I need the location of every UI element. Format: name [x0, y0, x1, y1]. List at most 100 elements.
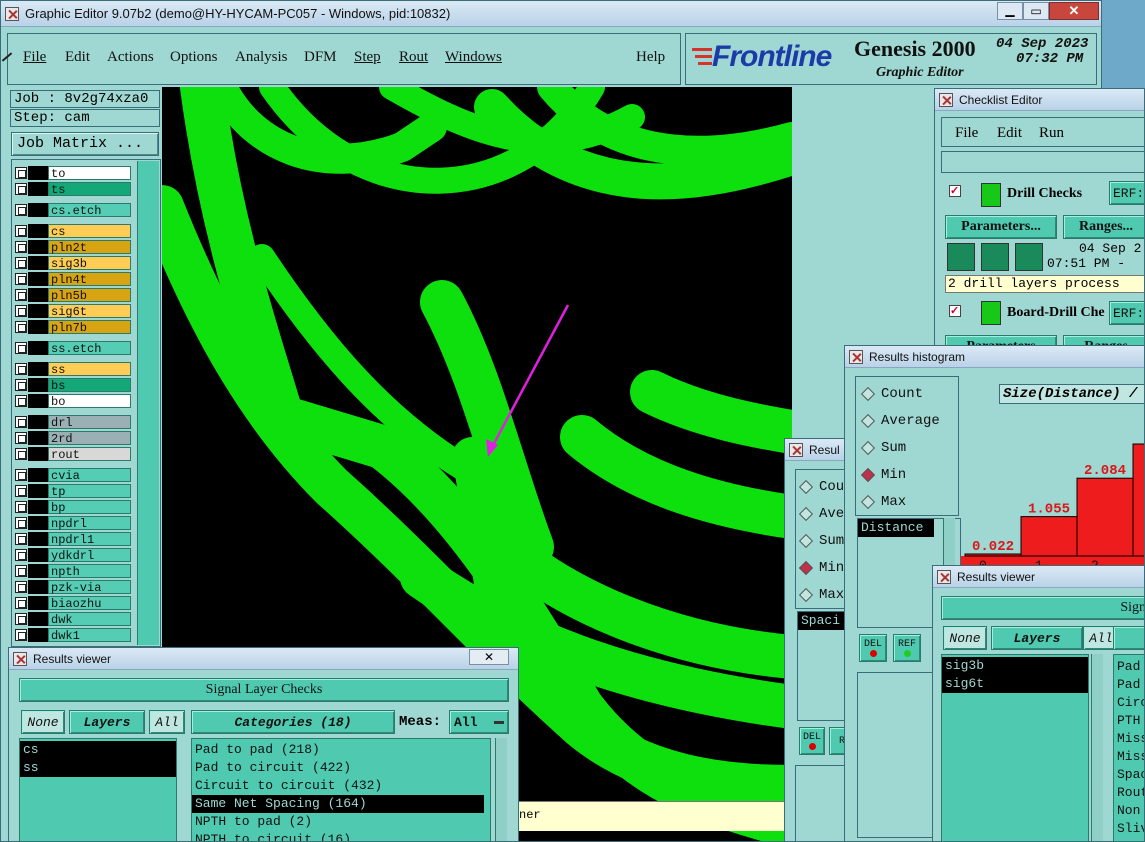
layer-row-biaozhu[interactable]: biaozhu: [15, 596, 131, 611]
layer-row-rout[interactable]: rout: [15, 447, 131, 462]
list-item[interactable]: PTH: [1114, 712, 1144, 730]
layer-checkbox[interactable]: [15, 167, 27, 179]
erf-button[interactable]: ERF:: [1109, 181, 1144, 205]
menu-windows[interactable]: Windows: [445, 49, 502, 66]
category-list-scrollbar[interactable]: [495, 738, 507, 841]
ranges-button[interactable]: Ranges...: [1063, 215, 1144, 239]
drill-checks-enable-checkbox[interactable]: ✓: [949, 185, 961, 197]
option-sum[interactable]: Sum: [860, 440, 906, 456]
list-item[interactable]: sig6t: [942, 675, 1088, 693]
layer-row-sig6t[interactable]: sig6t: [15, 304, 131, 319]
layer-checkbox[interactable]: [15, 273, 27, 285]
list-item[interactable]: Pad to circuit (422): [192, 759, 490, 777]
list-item[interactable]: Spac: [1114, 766, 1144, 784]
menu-analysis[interactable]: Analysis: [235, 49, 288, 66]
layer-row-ss[interactable]: ss: [15, 362, 131, 377]
none-button[interactable]: None: [943, 626, 987, 650]
list-item[interactable]: Distance: [858, 519, 934, 537]
close-button[interactable]: ✕: [1049, 2, 1099, 20]
option-max[interactable]: Max: [860, 494, 906, 510]
checklist-menu-file[interactable]: File: [955, 125, 978, 142]
histogram-bar[interactable]: [1132, 443, 1145, 557]
erf-button-2[interactable]: ERF:: [1109, 301, 1144, 325]
checklist-menu-run[interactable]: Run: [1039, 125, 1064, 142]
layer-row-npdrl1[interactable]: npdrl1: [15, 532, 131, 547]
del-button[interactable]: DEL: [859, 634, 887, 662]
list-item[interactable]: sig3b: [942, 657, 1088, 675]
layer-checkbox[interactable]: [15, 448, 27, 460]
list-item[interactable]: Circuit to circuit (432): [192, 777, 490, 795]
layer-checkbox[interactable]: [15, 225, 27, 237]
layer-checkbox[interactable]: [15, 469, 27, 481]
layer-row-sig3b[interactable]: sig3b: [15, 256, 131, 271]
layer-row-dwk[interactable]: dwk: [15, 612, 131, 627]
option-min[interactable]: Min: [798, 560, 844, 576]
layer-row-pln4t[interactable]: pln4t: [15, 272, 131, 287]
layer-checkbox[interactable]: [15, 416, 27, 428]
job-matrix-button[interactable]: Job Matrix ...: [11, 132, 159, 156]
option-min[interactable]: Min: [860, 467, 906, 483]
histogram-bar[interactable]: [1076, 477, 1134, 557]
layer-row-ss.etch[interactable]: ss.etch: [15, 341, 131, 356]
all-button[interactable]: All: [149, 710, 185, 734]
menu-file[interactable]: File: [23, 49, 46, 66]
del-button[interactable]: DEL: [799, 727, 825, 755]
option-count[interactable]: Count: [860, 386, 923, 402]
layer-checkbox[interactable]: [15, 363, 27, 375]
list-item[interactable]: ss: [20, 759, 176, 777]
menu-dfm[interactable]: DFM: [304, 49, 337, 66]
menu-help[interactable]: Help: [636, 49, 665, 66]
list-item[interactable]: NPTH to circuit (16): [192, 831, 490, 841]
layer-checkbox[interactable]: [15, 342, 27, 354]
maximize-button[interactable]: ▭: [1023, 2, 1049, 20]
menu-options[interactable]: Options: [170, 49, 218, 66]
list-item[interactable]: Pad: [1114, 658, 1144, 676]
option-count[interactable]: Cou: [798, 479, 844, 495]
run-all-icon[interactable]: [981, 243, 1009, 271]
layer-checkbox[interactable]: [15, 432, 27, 444]
list-item[interactable]: Miss: [1114, 730, 1144, 748]
layer-checkbox[interactable]: [15, 485, 27, 497]
layer-row-2rd[interactable]: 2rd: [15, 431, 131, 446]
menu-edit[interactable]: Edit: [65, 49, 90, 66]
parameters-button[interactable]: Parameters...: [945, 215, 1057, 239]
layer-checkbox[interactable]: [15, 379, 27, 391]
layer-row-npth[interactable]: npth: [15, 564, 131, 579]
layer-row-pln5b[interactable]: pln5b: [15, 288, 131, 303]
layer-row-bs[interactable]: bs: [15, 378, 131, 393]
layer-checkbox[interactable]: [15, 581, 27, 593]
ref-button[interactable]: REF: [893, 634, 921, 662]
layer-checkbox[interactable]: [15, 533, 27, 545]
layer-checkbox[interactable]: [15, 549, 27, 561]
option-sum[interactable]: Sum: [798, 533, 844, 549]
layer-list-scrollbar[interactable]: [137, 161, 159, 645]
menu-rout[interactable]: Rout: [399, 49, 428, 66]
layer-row-cs.etch[interactable]: cs.etch: [15, 203, 131, 218]
layer-results-list[interactable]: sig3b sig6t: [941, 654, 1089, 841]
layer-list-scrollbar[interactable]: [1091, 654, 1103, 841]
results-viewer-1-close-button[interactable]: ✕: [469, 649, 509, 665]
menu-step[interactable]: Step: [354, 49, 381, 66]
layer-row-cvia[interactable]: cvia: [15, 468, 131, 483]
none-button[interactable]: None: [21, 710, 65, 734]
run-icon[interactable]: [947, 243, 975, 271]
layer-row-pzk-via[interactable]: pzk-via: [15, 580, 131, 595]
list-item-selected[interactable]: Same Net Spacing (164): [192, 795, 484, 813]
category-list[interactable]: Pad Pad Circ PTH Miss Miss Spac Rout Non…: [1113, 654, 1144, 841]
minimize-button[interactable]: ▁: [997, 2, 1023, 20]
option-average[interactable]: Ave: [798, 506, 844, 522]
layer-checkbox[interactable]: [15, 395, 27, 407]
layer-row-bp[interactable]: bp: [15, 500, 131, 515]
layer-row-ts[interactable]: ts: [15, 182, 131, 197]
layer-checkbox[interactable]: [15, 629, 27, 641]
layer-row-drl[interactable]: drl: [15, 415, 131, 430]
list-item[interactable]: Sliv: [1114, 820, 1144, 838]
list-item[interactable]: Non: [1114, 802, 1144, 820]
layer-checkbox[interactable]: [15, 517, 27, 529]
layer-row-ydkdrl[interactable]: ydkdrl: [15, 548, 131, 563]
layer-checkbox[interactable]: [15, 204, 27, 216]
option-average[interactable]: Average: [860, 413, 940, 429]
histogram-bar[interactable]: [1020, 516, 1078, 557]
layer-row-dwk1[interactable]: dwk1: [15, 628, 131, 643]
layer-checkbox[interactable]: [15, 565, 27, 577]
